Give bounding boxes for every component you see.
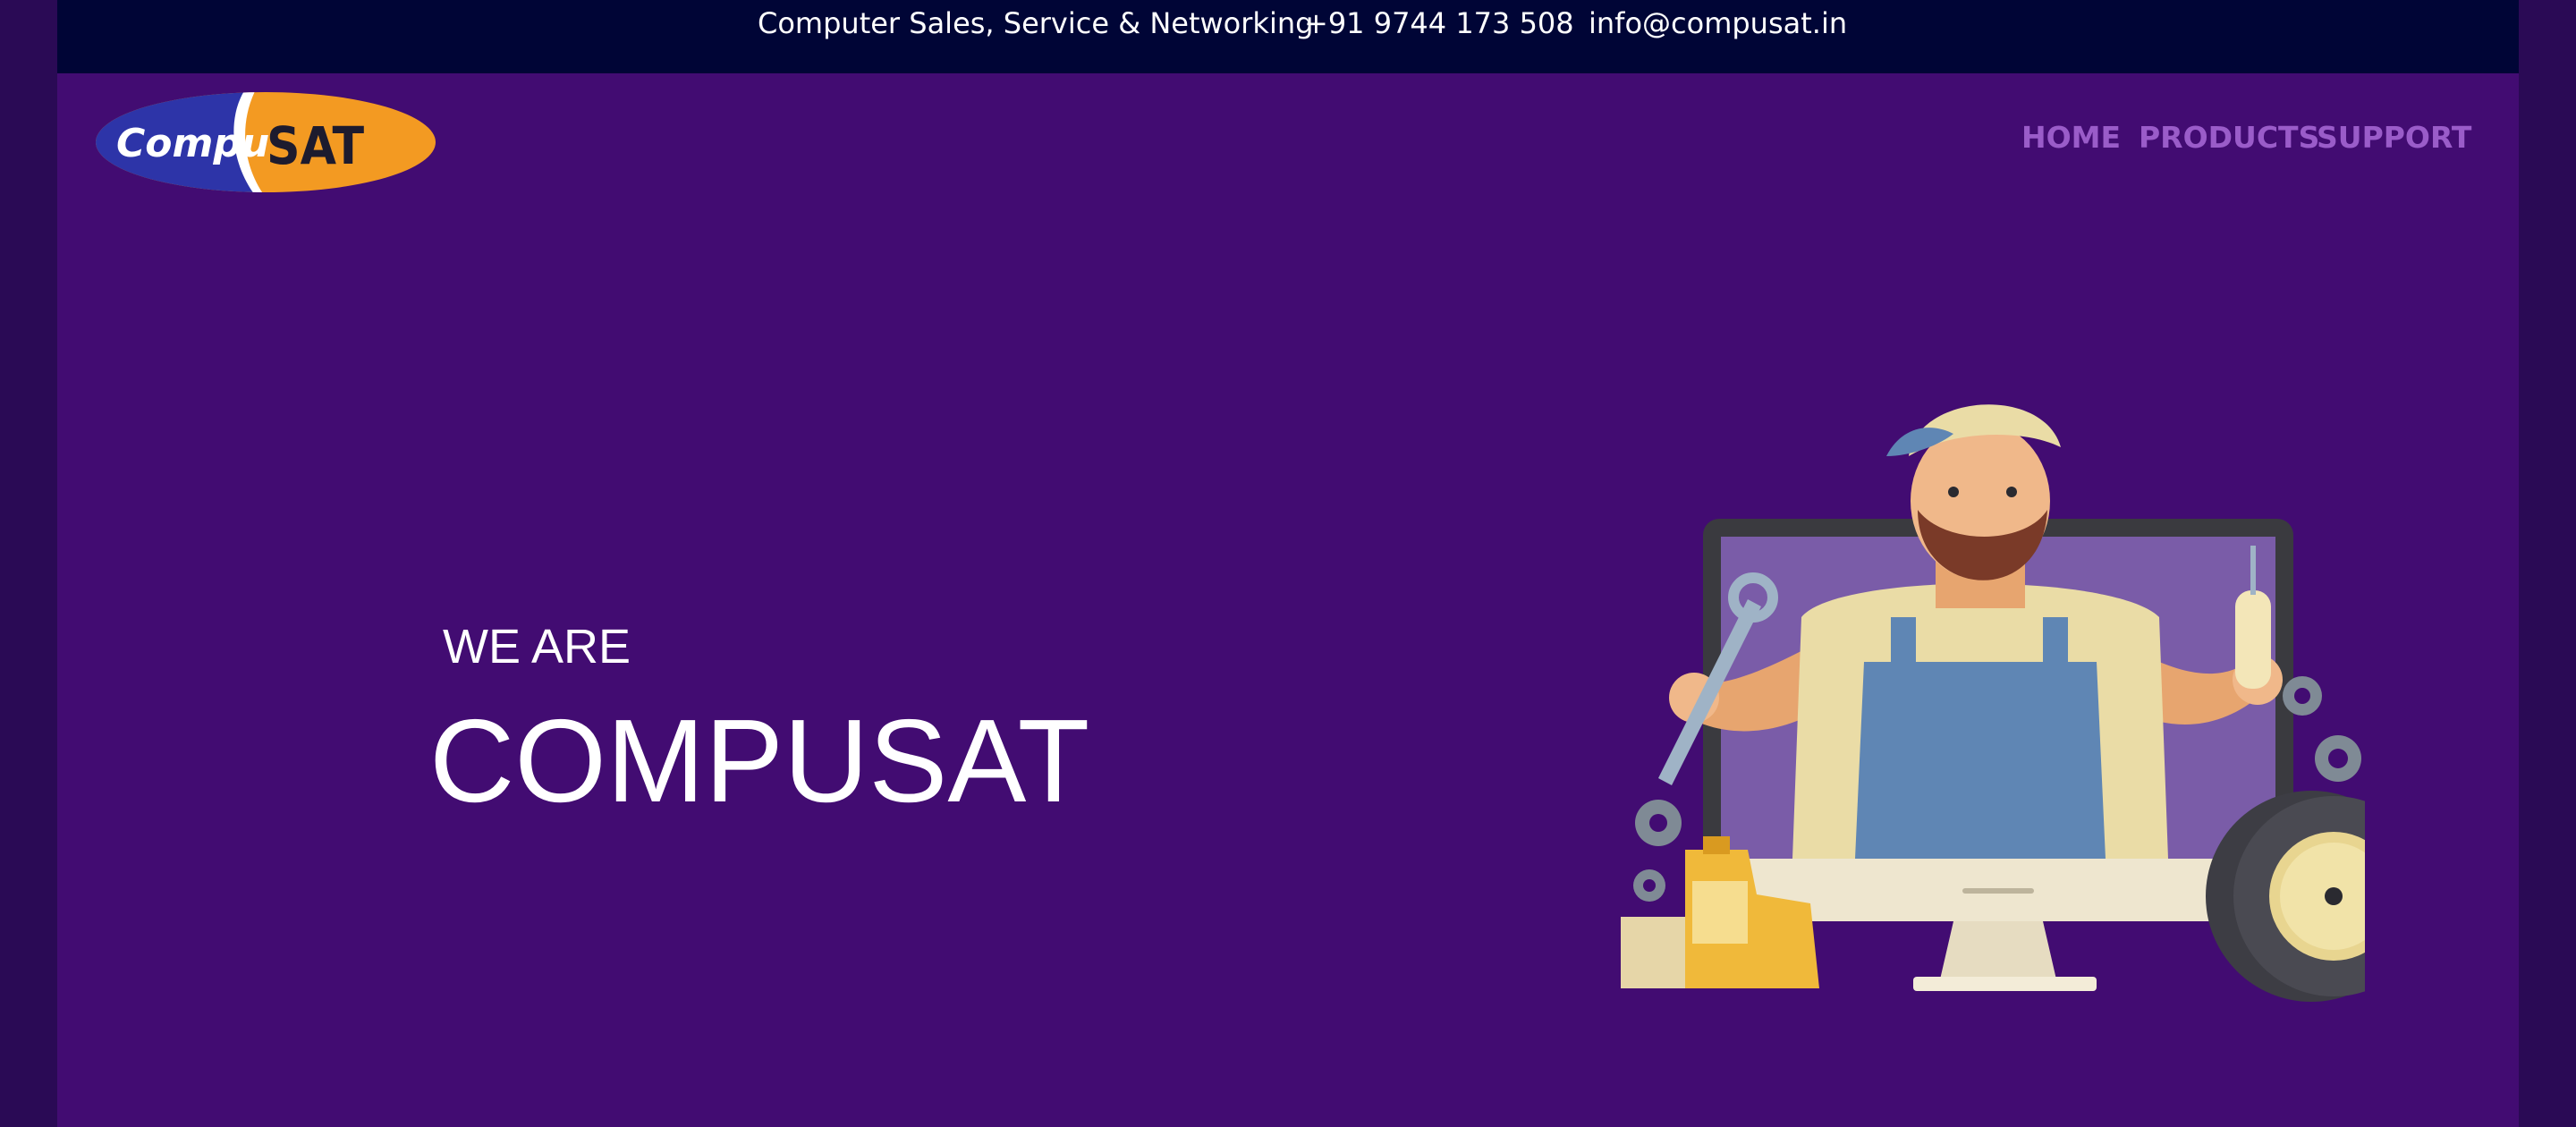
top-contact-bar: Computer Sales, Service & Networking +91… bbox=[57, 0, 2519, 73]
hero-eyebrow: WE ARE bbox=[443, 620, 631, 674]
logo-text-sat: SAT bbox=[267, 115, 364, 176]
gear-icon bbox=[2283, 676, 2361, 782]
box-icon bbox=[1621, 917, 1692, 988]
nav-home[interactable]: HOME bbox=[2021, 120, 2121, 155]
nav-products[interactable]: PRODUCTS bbox=[2139, 120, 2319, 155]
technician-illustration bbox=[1621, 404, 2365, 1002]
page: Computer Sales, Service & Networking +91… bbox=[57, 0, 2519, 1127]
email-link[interactable]: info@compusat.in bbox=[1589, 4, 1847, 43]
logo-text-compu: Compu bbox=[116, 121, 269, 166]
monitor-stand bbox=[1940, 921, 2056, 979]
compusat-logo[interactable]: Compu SAT bbox=[91, 89, 440, 199]
nav-support[interactable]: SUPPORT bbox=[2317, 120, 2471, 155]
gear-icon bbox=[1633, 800, 1682, 902]
tagline: Computer Sales, Service & Networking bbox=[758, 6, 1314, 40]
hero-title: COMPUSAT bbox=[429, 695, 1090, 826]
phone-number[interactable]: +91 9744 173 508 bbox=[1304, 4, 1574, 43]
